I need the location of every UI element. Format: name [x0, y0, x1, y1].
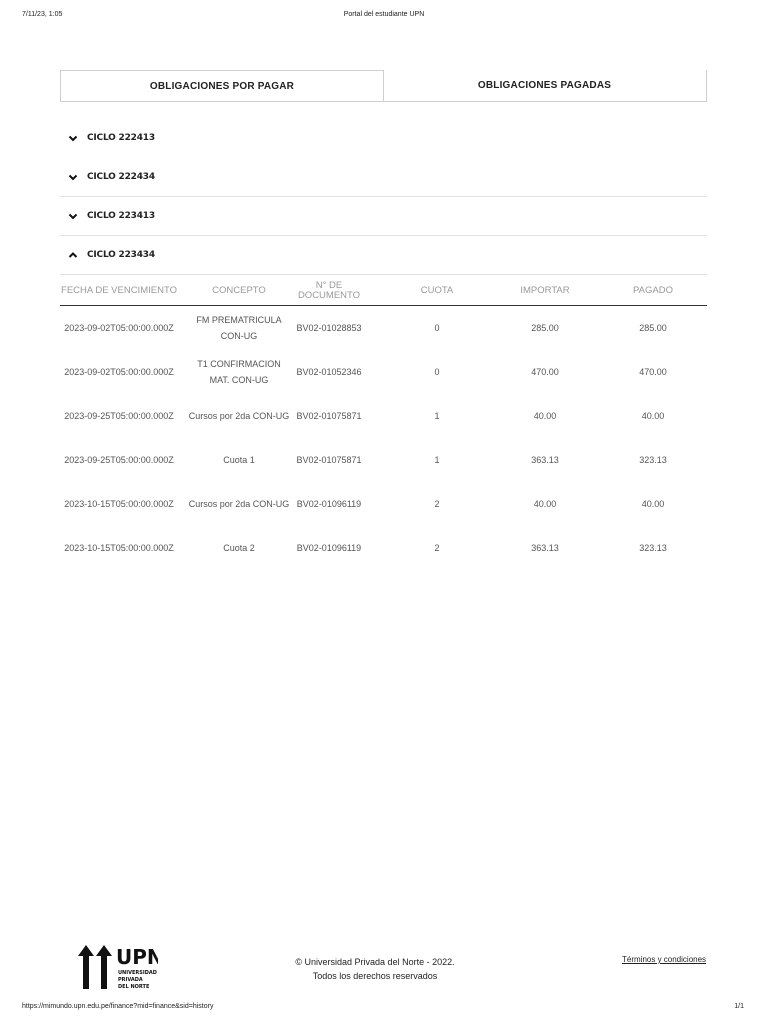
table-row: 2023-10-15T05:00:00.000Z Cuota 2 BV02-0109… [60, 526, 707, 570]
header-fecha: FECHA DE VENCIMIENTO [61, 284, 177, 296]
cell-pagado: 323.13 [639, 455, 667, 465]
cycle-accordion-223434[interactable]: CICLO 223434 [60, 236, 707, 275]
upn-logo: UPN UNIVERSIDAD PRIVADA DEL NORTE [78, 945, 158, 990]
cell-fecha: 2023-09-02T05:00:00.000Z [64, 323, 174, 333]
cell-pagado: 470.00 [639, 367, 667, 377]
cell-pagado: 40.00 [641, 499, 665, 509]
table-row: 2023-09-25T05:00:00.000Z Cursos por 2da C… [60, 394, 707, 438]
cell-cuota: 1 [434, 455, 440, 465]
logo-wordmark: UPN [116, 945, 158, 969]
header-documento: N° DE DOCUMENTO [297, 279, 361, 301]
cell-fecha: 2023-09-25T05:00:00.000Z [64, 411, 174, 421]
obligations-tabs: OBLIGACIONES POR PAGAR OBLIGACIONES PAGA… [60, 70, 707, 102]
cell-pagado: 40.00 [641, 411, 665, 421]
print-page-count: 1/1 [734, 1003, 744, 1010]
cell-cuota: 0 [434, 323, 440, 333]
cell-cuota: 2 [434, 499, 440, 509]
logo-subtext-3: DEL NORTE [118, 984, 150, 990]
cycle-label: CICLO 223434 [87, 250, 155, 260]
print-url: https://mimundo.upn.edu.pe/finance?mid=f… [22, 1003, 214, 1010]
terms-link[interactable]: Términos y condiciones [622, 955, 706, 964]
copyright-line-2: Todos los derechos reservados [312, 971, 438, 981]
cell-documento: BV02-01052346 [296, 367, 362, 377]
cell-pagado: 285.00 [639, 323, 667, 333]
cell-concepto: Cuota 1 [223, 455, 255, 465]
cycle-accordion-222413[interactable]: CICLO 222413 [60, 119, 707, 158]
cell-importar: 40.00 [533, 499, 557, 509]
cycle-label: CICLO 222434 [87, 172, 155, 182]
table-row: 2023-09-25T05:00:00.000Z Cuota 1 BV02-0107… [60, 438, 707, 482]
table-header: FECHA DE VENCIMIENTO CONCEPTO N° DE DOCU… [60, 276, 707, 306]
cell-importar: 40.00 [533, 411, 557, 421]
print-title: Portal del estudiante UPN [343, 11, 425, 18]
cell-fecha: 2023-09-25T05:00:00.000Z [64, 455, 174, 465]
cell-documento: BV02-01075871 [296, 411, 362, 421]
cell-documento: BV02-01096119 [296, 543, 362, 553]
cell-concepto: Cursos por 2da CON-UG [188, 499, 290, 509]
cycle-accordion-223413[interactable]: CICLO 223413 [60, 197, 707, 236]
cell-cuota: 1 [434, 411, 440, 421]
cell-documento: BV02-01028853 [296, 323, 362, 333]
tab-obligaciones-pagadas[interactable]: OBLIGACIONES PAGADAS [383, 70, 707, 102]
cell-documento: BV02-01096119 [296, 499, 362, 509]
chevron-down-icon [68, 213, 78, 220]
cell-fecha: 2023-10-15T05:00:00.000Z [64, 499, 174, 509]
table-row: 2023-09-02T05:00:00.000Z FM PREMATRICULA … [60, 306, 707, 350]
chevron-down-icon [68, 174, 78, 181]
table-row: 2023-09-02T05:00:00.000Z T1 CONFIRMACION … [60, 350, 707, 394]
site-footer: UPN UNIVERSIDAD PRIVADA DEL NORTE © Univ… [0, 940, 768, 990]
cycle-accordion-222434[interactable]: CICLO 222434 [60, 158, 707, 197]
cell-importar: 470.00 [531, 367, 559, 377]
cell-cuota: 0 [434, 367, 440, 377]
table-row: 2023-10-15T05:00:00.000Z Cursos por 2da C… [60, 482, 707, 526]
tab-obligaciones-por-pagar[interactable]: OBLIGACIONES POR PAGAR [60, 70, 384, 102]
cell-importar: 363.13 [531, 455, 559, 465]
cell-concepto: Cuota 2 [223, 543, 255, 553]
header-importar: IMPORTAR [520, 284, 570, 296]
copyright-line-1: © Universidad Privada del Norte - 2022. [295, 957, 455, 967]
obligations-table: FECHA DE VENCIMIENTO CONCEPTO N° DE DOCU… [60, 276, 707, 570]
header-cuota: CUOTA [420, 284, 454, 296]
cell-concepto: FM PREMATRICULA CON-UG [196, 315, 282, 341]
chevron-up-icon [68, 252, 78, 258]
table-body: 2023-09-02T05:00:00.000Z FM PREMATRICULA … [60, 306, 707, 570]
cell-concepto: T1 CONFIRMACION MAT. CON-UG [197, 359, 281, 385]
logo-subtext-2: PRIVADA [118, 977, 143, 983]
cell-concepto: Cursos por 2da CON-UG [188, 411, 290, 421]
chevron-down-icon [68, 135, 78, 142]
copyright: © Universidad Privada del Norte - 2022. … [270, 955, 480, 983]
cell-fecha: 2023-09-02T05:00:00.000Z [64, 367, 174, 377]
cell-fecha: 2023-10-15T05:00:00.000Z [64, 543, 174, 553]
header-concepto: CONCEPTO [212, 284, 266, 296]
cell-cuota: 2 [434, 543, 440, 553]
cell-importar: 363.13 [531, 543, 559, 553]
cell-documento: BV02-01075871 [296, 455, 362, 465]
logo-subtext-1: UNIVERSIDAD [118, 970, 157, 976]
cycle-label: CICLO 222413 [87, 133, 155, 143]
cell-importar: 285.00 [531, 323, 559, 333]
cell-pagado: 323.13 [639, 543, 667, 553]
header-pagado: PAGADO [633, 284, 673, 296]
cycle-label: CICLO 223413 [87, 211, 155, 221]
